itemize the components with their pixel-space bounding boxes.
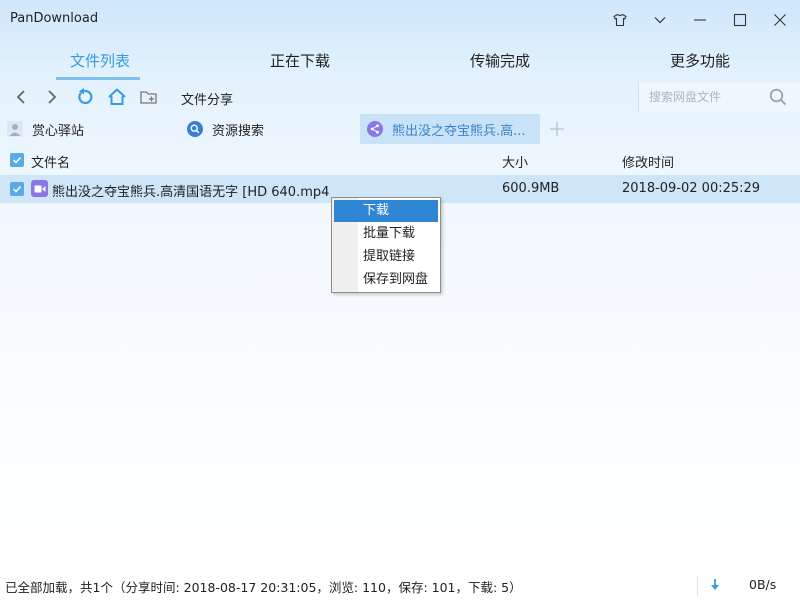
menu-dropdown-button[interactable] (640, 6, 680, 34)
status-divider (697, 576, 698, 596)
maximize-button[interactable] (720, 6, 760, 34)
tab-completed[interactable]: 传输完成 (400, 40, 600, 80)
navigation-toolbar: 文件分享 (0, 80, 800, 114)
video-file-icon (31, 180, 48, 197)
home-icon (108, 88, 126, 105)
minimize-icon (694, 19, 706, 21)
chevron-down-icon (654, 17, 666, 24)
status-bar: 已全部加载，共1个（分享时间: 2018-08-17 20:31:05，浏览: … (0, 570, 800, 600)
context-menu: 下载 批量下载 提取链接 保存到网盘 (331, 197, 441, 293)
search-icon[interactable] (768, 87, 788, 107)
source-tab-share[interactable]: 熊出没之夺宝熊兵.高... (360, 114, 540, 144)
tab-file-list[interactable]: 文件列表 (0, 40, 200, 80)
add-tab-icon[interactable] (546, 118, 568, 140)
source-tabs: 赏心驿站 资源搜索 熊出没之夺宝熊兵.高... (0, 114, 800, 144)
source-tab-label: 赏心驿站 (32, 123, 85, 139)
menu-item-download[interactable]: 下载 (334, 200, 438, 222)
list-header: 文件名 大小 修改时间 (0, 146, 800, 174)
new-folder-button[interactable] (136, 84, 162, 110)
back-button[interactable] (8, 84, 34, 110)
current-path: 文件分享 (181, 93, 234, 108)
source-tab-shangxin[interactable]: 赏心驿站 (0, 114, 180, 144)
column-header-name[interactable]: 文件名 (31, 152, 70, 171)
menu-item-batch-download[interactable]: 批量下载 (334, 223, 438, 245)
checkmark-icon (12, 185, 22, 193)
source-tab-resource-search[interactable]: 资源搜索 (180, 114, 360, 144)
title-bar: PanDownload (0, 0, 800, 40)
column-header-modified[interactable]: 修改时间 (622, 152, 674, 171)
menu-item-extract-link[interactable]: 提取链接 (334, 246, 438, 268)
tab-downloading[interactable]: 正在下载 (200, 40, 400, 80)
new-folder-icon (140, 91, 157, 104)
refresh-button[interactable] (72, 84, 98, 110)
avatar-icon (7, 121, 23, 137)
maximize-icon (733, 13, 747, 27)
tab-more-features[interactable]: 更多功能 (600, 40, 800, 80)
file-size: 600.9MB (502, 181, 560, 196)
select-all-checkbox[interactable] (10, 153, 24, 167)
row-checkbox[interactable] (10, 182, 24, 196)
chevron-left-icon (16, 90, 25, 104)
share-icon (367, 121, 383, 137)
source-tab-label: 熊出没之夺宝熊兵.高... (392, 123, 526, 139)
search-icon (187, 121, 203, 137)
main-tabs: 文件列表 正在下载 传输完成 更多功能 (0, 40, 800, 80)
status-text: 已全部加载，共1个（分享时间: 2018-08-17 20:31:05，浏览: … (5, 580, 522, 595)
close-icon (774, 14, 786, 26)
skin-button[interactable] (600, 6, 640, 34)
app-title: PanDownload (10, 11, 99, 26)
forward-button[interactable] (39, 84, 65, 110)
download-speed: 0B/s (749, 577, 777, 592)
menu-item-save-to-disk[interactable]: 保存到网盘 (334, 269, 438, 291)
refresh-icon (78, 88, 93, 105)
home-button[interactable] (104, 84, 130, 110)
column-header-size[interactable]: 大小 (502, 152, 528, 171)
minimize-button[interactable] (680, 6, 720, 34)
file-name: 熊出没之夺宝熊兵.高清国语无字 [HD 640.mp4 (52, 185, 330, 200)
file-modified-time: 2018-09-02 00:25:29 (622, 181, 761, 196)
checkmark-icon (12, 156, 22, 164)
chevron-right-icon (48, 90, 57, 104)
source-tab-label: 资源搜索 (212, 123, 265, 139)
download-arrow-icon (711, 579, 719, 590)
shirt-icon (613, 13, 627, 27)
close-button[interactable] (760, 6, 800, 34)
